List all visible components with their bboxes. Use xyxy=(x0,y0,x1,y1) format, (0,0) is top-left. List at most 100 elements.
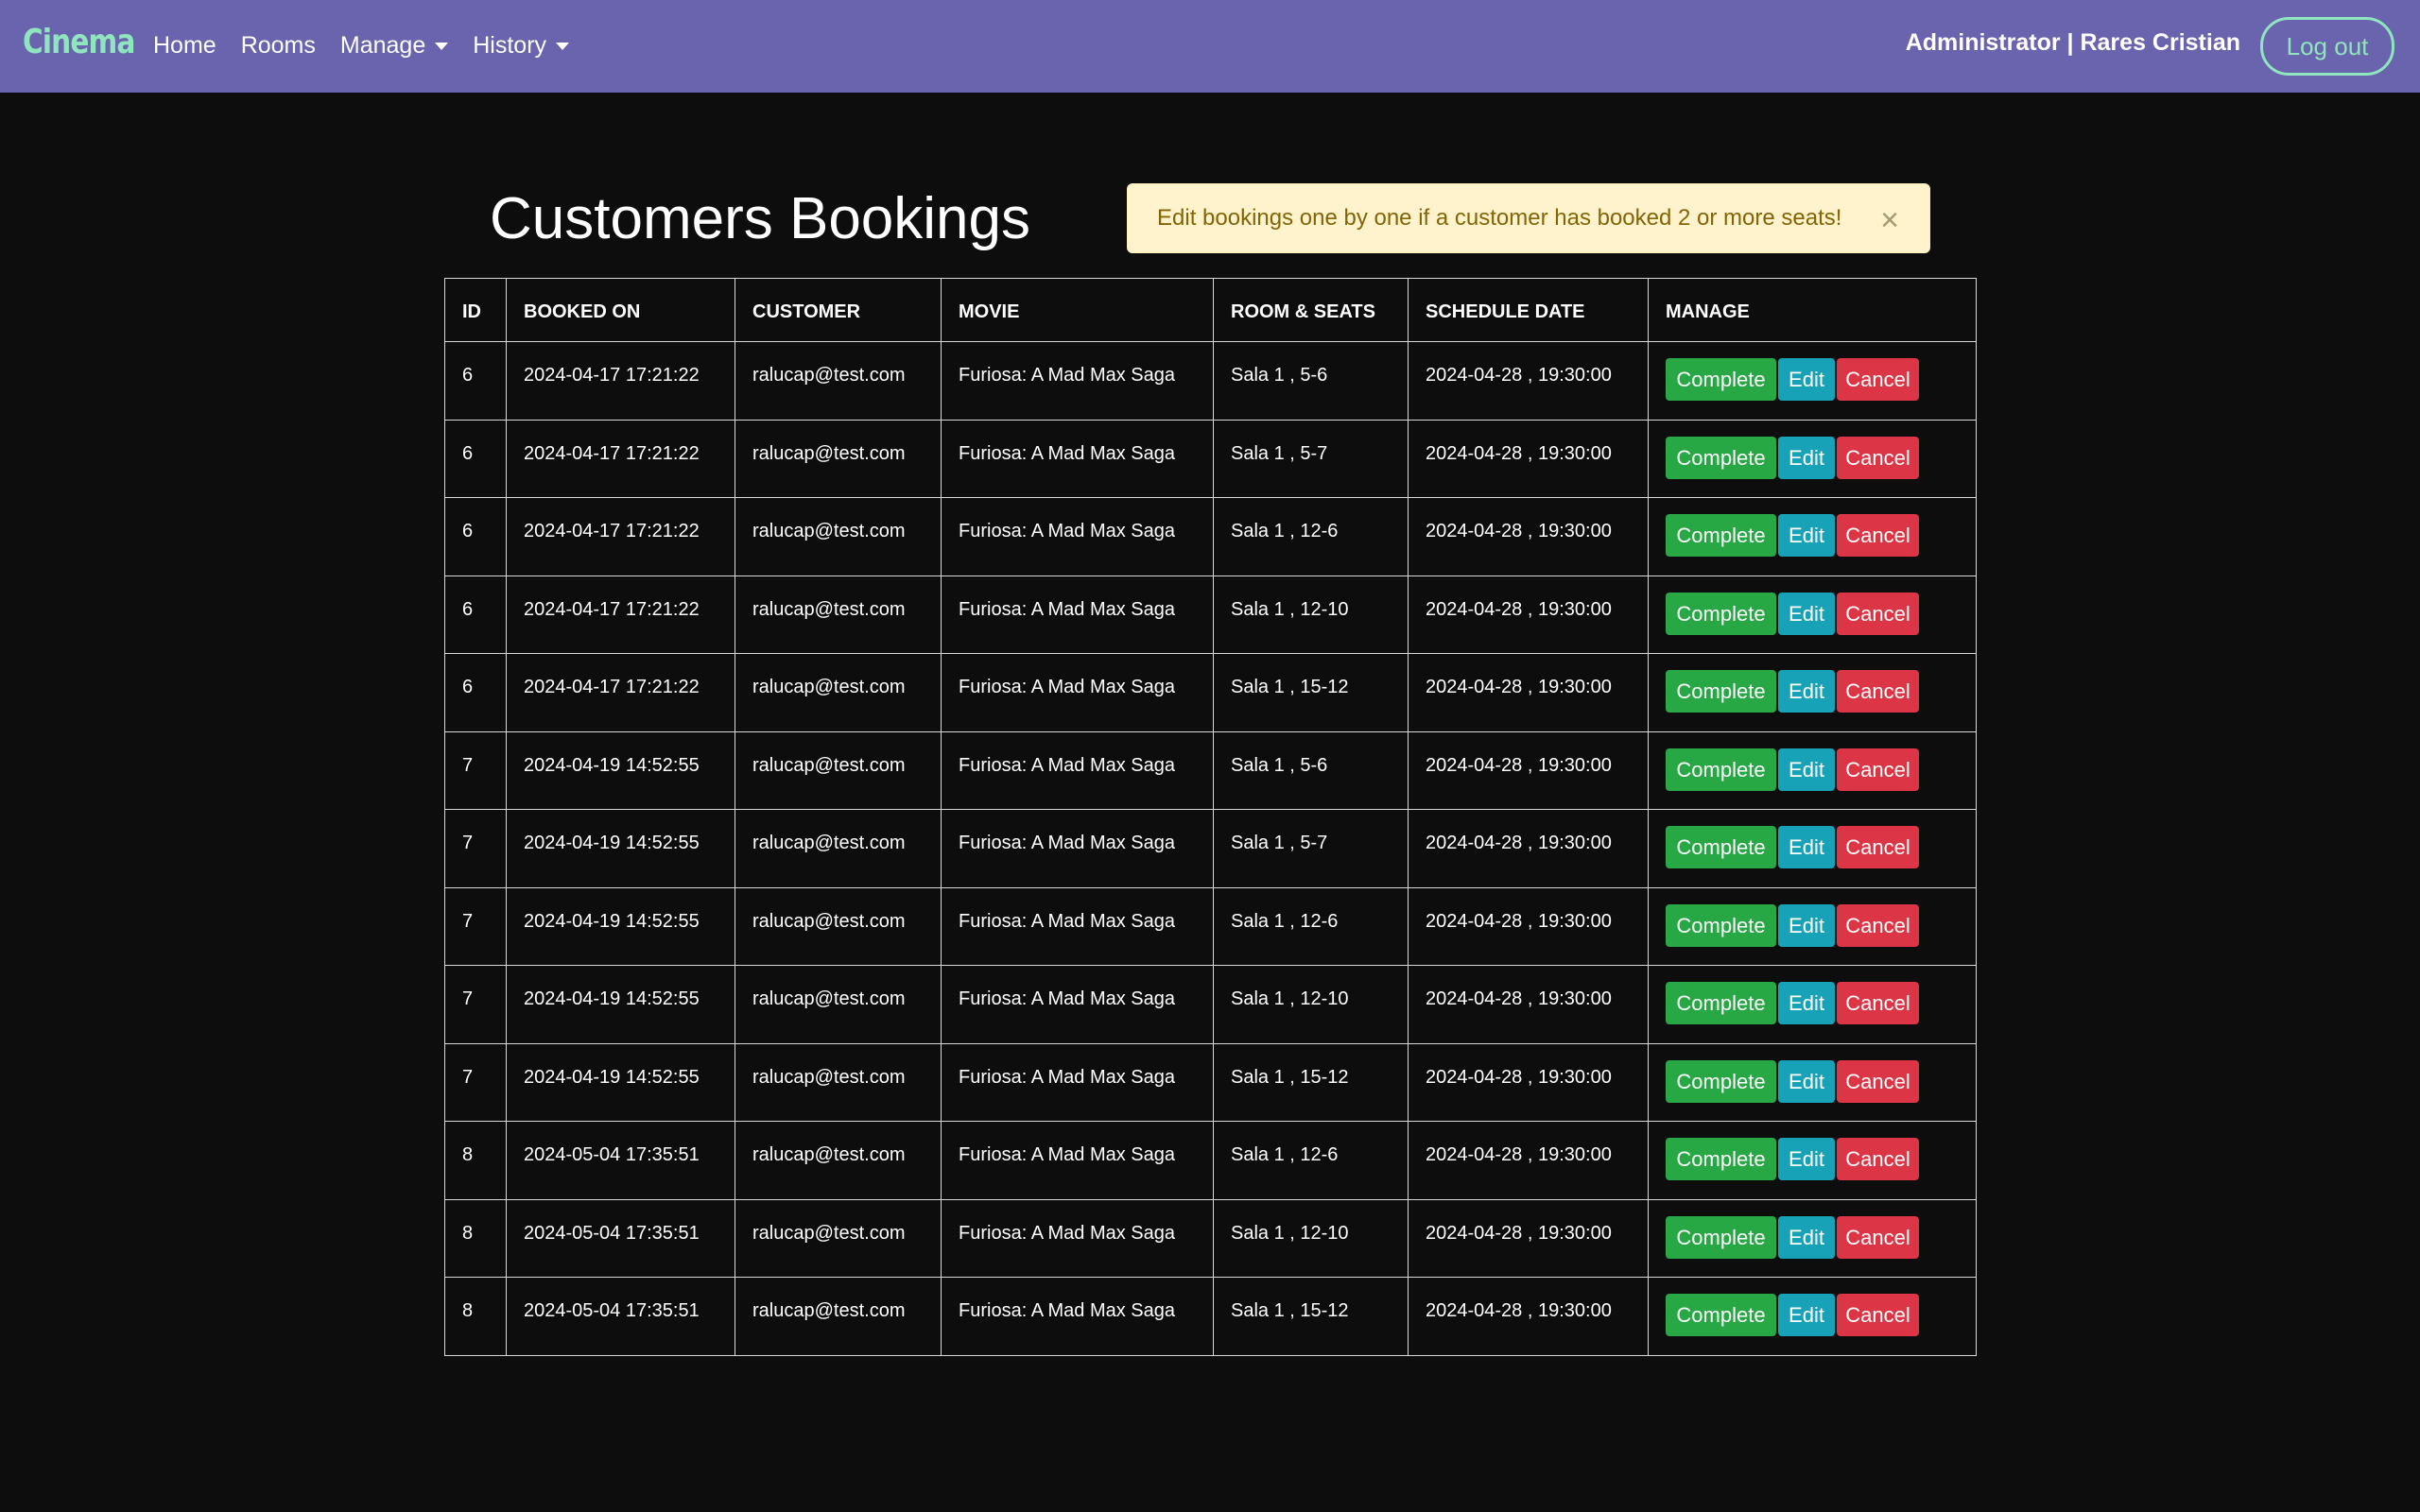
edit-button[interactable]: Edit xyxy=(1778,982,1835,1024)
table-row: 6 2024-04-17 17:21:22 ralucap@test.com Furi… xyxy=(444,497,1977,576)
complete-button[interactable]: Complete xyxy=(1666,1294,1776,1336)
bookings-table: ID BOOKED ON CUSTOMER MOVIE ROOM & SEATS… xyxy=(444,278,1977,1356)
complete-button[interactable]: Complete xyxy=(1666,1215,1776,1259)
nav-link-home[interactable]: Home xyxy=(153,28,216,62)
navbar: Cinema Home Rooms Manage History Adminis… xyxy=(0,0,2420,93)
cell-id: 7 xyxy=(444,965,507,1044)
nav-link-rooms[interactable]: Rooms xyxy=(241,28,316,62)
cell-room-seats: Sala 1 , 12-6 xyxy=(1213,886,1409,966)
edit-button[interactable]: Edit xyxy=(1778,1138,1835,1180)
cell-manage: Complete Edit Cancel xyxy=(1648,419,1977,498)
alert-message: Edit bookings one by one if a customer h… xyxy=(1157,205,1842,231)
edit-button[interactable]: Edit xyxy=(1778,826,1835,868)
cell-movie: Furiosa: A Mad Max Saga xyxy=(941,1277,1214,1356)
table-row: 6 2024-04-17 17:21:22 ralucap@test.com Furi… xyxy=(444,653,1977,732)
cell-id: 7 xyxy=(444,730,507,810)
cancel-button[interactable]: Cancel xyxy=(1837,826,1919,868)
column-header-customer: CUSTOMER xyxy=(735,278,942,342)
cancel-button[interactable]: Cancel xyxy=(1837,747,1919,791)
cell-id: 8 xyxy=(444,1121,507,1200)
edit-button[interactable]: Edit xyxy=(1778,436,1835,479)
cancel-button[interactable]: Cancel xyxy=(1837,592,1919,635)
complete-button[interactable]: Complete xyxy=(1666,903,1776,947)
edit-button[interactable]: Edit xyxy=(1778,358,1835,401)
column-header-schedule-date: SCHEDULE DATE xyxy=(1408,278,1649,342)
cancel-button[interactable]: Cancel xyxy=(1837,358,1919,401)
caret-down-icon xyxy=(435,43,449,50)
cell-room-seats: Sala 1 , 5-7 xyxy=(1213,809,1409,888)
cell-schedule-date: 2024-04-28 , 19:30:00 xyxy=(1408,1198,1649,1278)
table-row: 7 2024-04-19 14:52:55 ralucap@test.com Furi… xyxy=(444,965,1977,1044)
cell-schedule-date: 2024-04-28 , 19:30:00 xyxy=(1408,886,1649,966)
cell-movie: Furiosa: A Mad Max Saga xyxy=(941,575,1214,654)
complete-button[interactable]: Complete xyxy=(1666,747,1776,791)
complete-button[interactable]: Complete xyxy=(1666,1059,1776,1103)
cell-customer: ralucap@test.com xyxy=(735,886,942,966)
cancel-button[interactable]: Cancel xyxy=(1837,982,1919,1024)
cell-movie: Furiosa: A Mad Max Saga xyxy=(941,419,1214,498)
cell-booked-on: 2024-05-04 17:35:51 xyxy=(506,1277,735,1356)
cancel-button[interactable]: Cancel xyxy=(1837,436,1919,479)
complete-button[interactable]: Complete xyxy=(1666,1138,1776,1180)
cancel-button[interactable]: Cancel xyxy=(1837,1138,1919,1180)
cell-movie: Furiosa: A Mad Max Saga xyxy=(941,1121,1214,1200)
edit-button[interactable]: Edit xyxy=(1778,670,1835,713)
brand-logo[interactable]: Cinema xyxy=(23,23,135,61)
warning-alert: Edit bookings one by one if a customer h… xyxy=(1127,183,1930,253)
nav-links: Home Rooms Manage History xyxy=(153,28,594,62)
edit-button[interactable]: Edit xyxy=(1778,1059,1835,1103)
cell-movie: Furiosa: A Mad Max Saga xyxy=(941,653,1214,732)
cell-schedule-date: 2024-04-28 , 19:30:00 xyxy=(1408,1277,1649,1356)
cancel-button[interactable]: Cancel xyxy=(1837,670,1919,713)
table-body: 6 2024-04-17 17:21:22 ralucap@test.com Furi… xyxy=(444,341,1977,1356)
cell-customer: ralucap@test.com xyxy=(735,653,942,732)
cell-schedule-date: 2024-04-28 , 19:30:00 xyxy=(1408,809,1649,888)
cell-id: 6 xyxy=(444,341,507,421)
complete-button[interactable]: Complete xyxy=(1666,592,1776,635)
cancel-button[interactable]: Cancel xyxy=(1837,514,1919,557)
cell-movie: Furiosa: A Mad Max Saga xyxy=(941,965,1214,1044)
edit-button[interactable]: Edit xyxy=(1778,903,1835,947)
cell-manage: Complete Edit Cancel xyxy=(1648,653,1977,732)
cell-movie: Furiosa: A Mad Max Saga xyxy=(941,730,1214,810)
logout-button[interactable]: Log out xyxy=(2260,17,2394,76)
cell-booked-on: 2024-04-17 17:21:22 xyxy=(506,341,735,421)
edit-button[interactable]: Edit xyxy=(1778,514,1835,557)
cancel-button[interactable]: Cancel xyxy=(1837,1059,1919,1103)
cell-manage: Complete Edit Cancel xyxy=(1648,575,1977,654)
cell-customer: ralucap@test.com xyxy=(735,809,942,888)
complete-button[interactable]: Complete xyxy=(1666,826,1776,868)
complete-button[interactable]: Complete xyxy=(1666,358,1776,401)
cancel-button[interactable]: Cancel xyxy=(1837,1215,1919,1259)
cell-schedule-date: 2024-04-28 , 19:30:00 xyxy=(1408,1121,1649,1200)
nav-link-label: Manage xyxy=(339,31,426,59)
column-header-manage: MANAGE xyxy=(1648,278,1977,342)
nav-dropdown-manage[interactable]: Manage xyxy=(339,28,449,62)
nav-link-label: Rooms xyxy=(240,31,316,59)
edit-button[interactable]: Edit xyxy=(1778,1215,1835,1259)
table-row: 6 2024-04-17 17:21:22 ralucap@test.com Furi… xyxy=(444,419,1977,498)
close-icon[interactable]: × xyxy=(1880,201,1899,239)
cell-booked-on: 2024-04-19 14:52:55 xyxy=(506,730,735,810)
cell-manage: Complete Edit Cancel xyxy=(1648,886,1977,966)
edit-button[interactable]: Edit xyxy=(1778,1294,1835,1336)
cancel-button[interactable]: Cancel xyxy=(1837,1294,1919,1336)
edit-button[interactable]: Edit xyxy=(1778,592,1835,635)
cell-room-seats: Sala 1 , 15-12 xyxy=(1213,653,1409,732)
cell-room-seats: Sala 1 , 5-6 xyxy=(1213,341,1409,421)
cancel-button[interactable]: Cancel xyxy=(1837,903,1919,947)
table-header-row: ID BOOKED ON CUSTOMER MOVIE ROOM & SEATS… xyxy=(444,278,1977,342)
nav-dropdown-history[interactable]: History xyxy=(473,28,570,62)
complete-button[interactable]: Complete xyxy=(1666,982,1776,1024)
cell-schedule-date: 2024-04-28 , 19:30:00 xyxy=(1408,1042,1649,1122)
cell-manage: Complete Edit Cancel xyxy=(1648,730,1977,810)
cell-manage: Complete Edit Cancel xyxy=(1648,1277,1977,1356)
cell-manage: Complete Edit Cancel xyxy=(1648,965,1977,1044)
complete-button[interactable]: Complete xyxy=(1666,670,1776,713)
cell-booked-on: 2024-04-19 14:52:55 xyxy=(506,965,735,1044)
complete-button[interactable]: Complete xyxy=(1666,436,1776,479)
table-row: 6 2024-04-17 17:21:22 ralucap@test.com Furi… xyxy=(444,341,1977,421)
complete-button[interactable]: Complete xyxy=(1666,514,1776,557)
cell-room-seats: Sala 1 , 12-6 xyxy=(1213,1121,1409,1200)
edit-button[interactable]: Edit xyxy=(1778,747,1835,791)
